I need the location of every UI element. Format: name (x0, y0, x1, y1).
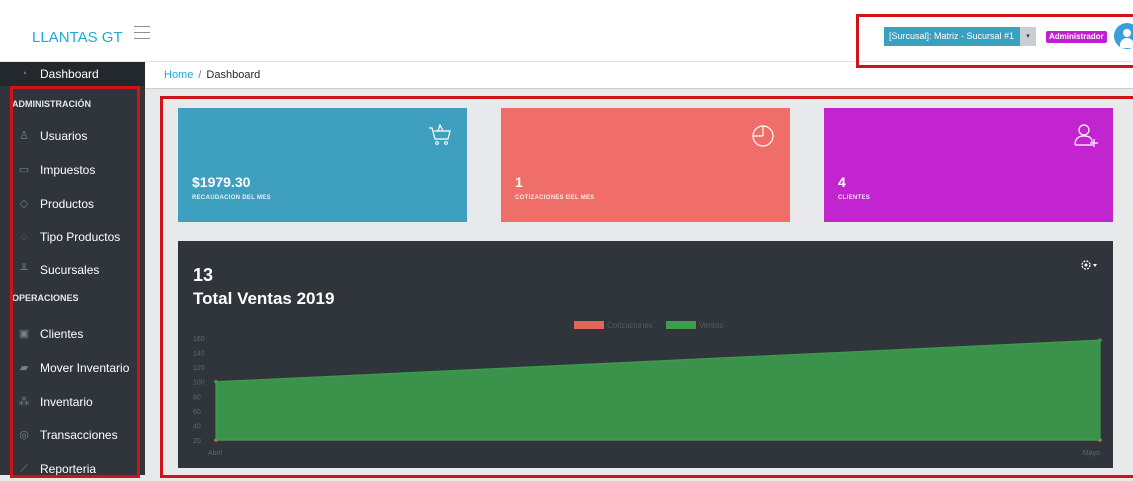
line-chart-icon: ⟋ (20, 463, 28, 475)
sidebar-item-transacciones[interactable]: ◎ Transacciones (0, 423, 145, 447)
y-tick-label: 120 (193, 365, 205, 372)
sales-chart-card: 13 Total Ventas 2019 20 40 60 80 100 120 140 16… (178, 241, 1113, 468)
chart-icon: ╨ (20, 264, 28, 276)
legend-label-cotizaciones: Cotizaciones (607, 321, 653, 330)
sales-area-chart: 20 40 60 80 100 120 140 160 Abril Mayo Cotizacione… (193, 321, 1102, 457)
y-tick-label: 100 (193, 380, 205, 387)
sidebar: ◔ Dashboard ADMINISTRACIÓN ♙ Usuarios ▭ … (0, 62, 145, 476)
user-icon: ♙ (19, 130, 29, 142)
sidebar-item-label: Impuestos (40, 163, 96, 177)
y-tick-label: 140 (193, 351, 205, 358)
sidebar-item-mover-inventario[interactable]: ▰ Mover Inventario (0, 356, 145, 380)
sidebar-item-label: Usuarios (40, 129, 88, 143)
x-tick-label: Abril (208, 450, 222, 457)
y-tick-label: 160 (193, 336, 205, 343)
sidebar-item-clientes[interactable]: ▣ Clientes (0, 322, 145, 346)
basket-icon (429, 123, 451, 145)
sidebar-item-sucursales[interactable]: ╨ Sucursales (0, 258, 145, 282)
stat-label: RECAUDACION DEL MES (192, 195, 271, 201)
sidebar-item-impuestos[interactable]: ▭ Impuestos (0, 158, 145, 182)
sidebar-item-label: Transacciones (40, 428, 118, 442)
window-icon: ▭ (18, 164, 30, 176)
role-badge: Administrador (1046, 31, 1107, 43)
sidebar-item-reporteria[interactable]: ⟋ Reporteria (0, 457, 145, 481)
stat-label: CLIENTES (838, 195, 871, 201)
sidebar-item-label: Mover Inventario (40, 361, 130, 375)
stat-value: 4 (838, 174, 846, 190)
sidebar-section-ops: OPERACIONES (12, 293, 79, 303)
breadcrumb-separator: / (198, 69, 202, 81)
sidebar-toggle-icon[interactable] (134, 26, 150, 40)
sidebar-item-label: Reporteria (40, 462, 97, 476)
series-area-ventas (215, 339, 1101, 441)
top-navbar: LLANTAS GT [Surcusal]: Matriz - Sucursal… (0, 0, 1133, 62)
sidebar-item-label: Dashboard (40, 67, 99, 81)
legend-swatch-ventas (666, 321, 696, 329)
sidebar-item-tipo-productos[interactable]: ◌ Tipo Productos (0, 225, 145, 249)
legend-label-ventas: Ventas (699, 321, 723, 330)
breadcrumb-home-link[interactable]: Home (164, 69, 193, 81)
stat-value: $1979.30 (192, 174, 251, 190)
user-add-icon (1074, 124, 1098, 147)
stat-label: COTIZACIONES DEL MES (515, 195, 595, 201)
tag-icon: ◇ (19, 198, 29, 210)
sidebar-item-usuarios[interactable]: ♙ Usuarios (0, 124, 145, 148)
truck-icon: ▰ (19, 362, 29, 374)
stat-value: 1 (515, 174, 523, 190)
sidebar-item-dashboard[interactable]: ◔ Dashboard (0, 62, 145, 86)
tags-icon: ◌ (20, 231, 28, 243)
sidebar-item-label: Tipo Productos (40, 230, 121, 244)
sidebar-item-label: Inventario (40, 395, 93, 409)
sidebar-item-productos[interactable]: ◇ Productos (0, 192, 145, 216)
legend-swatch-cotizaciones (574, 321, 604, 329)
stat-card-clientes: 4 CLIENTES (824, 108, 1113, 222)
y-tick-label: 60 (193, 409, 201, 416)
branch-selector-caret-icon[interactable]: ▾ (1020, 27, 1036, 46)
x-tick-label: Mayo (1083, 450, 1100, 457)
branch-selector-button[interactable]: [Surcusal]: Matriz - Sucursal #1 (884, 27, 1020, 46)
sidebar-item-label: Sucursales (40, 263, 100, 277)
boxes-icon: ⁂ (18, 396, 30, 408)
sidebar-section-admin: ADMINISTRACIÓN (12, 99, 91, 109)
sidebar-item-label: Clientes (40, 327, 84, 341)
pie-icon (752, 125, 774, 147)
id-card-icon: ▣ (18, 328, 30, 340)
sidebar-item-label: Productos (40, 197, 95, 211)
breadcrumb-current: Dashboard (206, 69, 261, 81)
y-tick-label: 20 (193, 438, 201, 445)
breadcrumb: Home / Dashboard (145, 62, 1133, 89)
user-avatar[interactable] (1114, 23, 1133, 49)
y-tick-label: 80 (193, 394, 201, 401)
stat-card-recaudacion: $1979.30 RECAUDACION DEL MES (178, 108, 467, 222)
avatar-head-shape (1123, 29, 1131, 37)
brand-logo[interactable]: LLANTAS GT (32, 29, 123, 46)
data-point-ventas (1098, 338, 1102, 342)
speedometer-icon: ◔ (20, 68, 28, 80)
y-tick-label: 40 (193, 423, 201, 430)
avatar-body-shape (1120, 38, 1133, 48)
data-point-ventas (214, 379, 218, 384)
stat-card-cotizaciones: 1 COTIZACIONES DEL MES (501, 108, 790, 222)
dollar-icon: ◎ (19, 429, 29, 441)
sidebar-item-inventario[interactable]: ⁂ Inventario (0, 390, 145, 414)
